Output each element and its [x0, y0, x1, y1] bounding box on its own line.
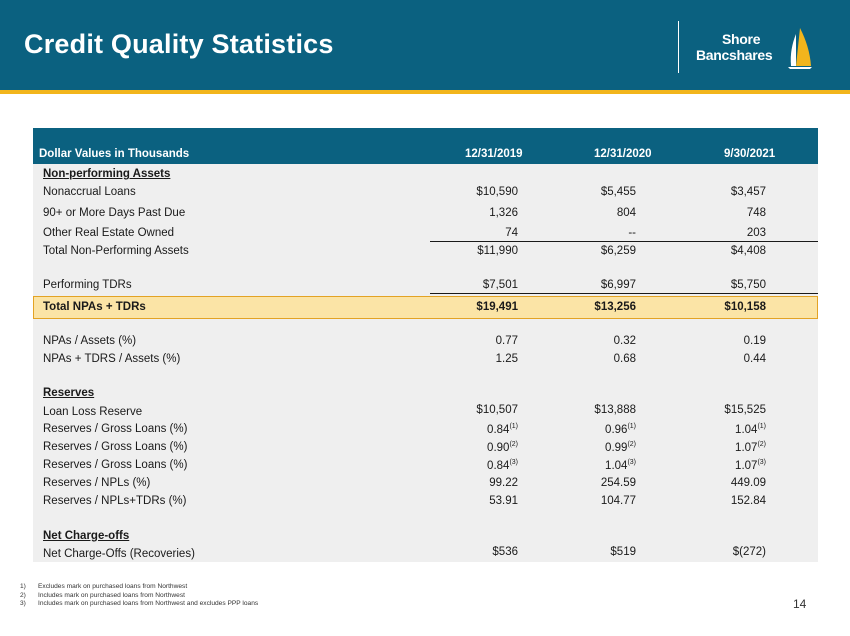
footnote-ref: (1): [757, 423, 766, 430]
cell-npa-assets-2021: 0.19: [743, 335, 766, 347]
sail-icon: [788, 28, 812, 69]
company-logo: Shore Bancshares: [696, 31, 792, 63]
section-non-performing-assets: Non-performing Assets: [43, 168, 171, 180]
cell-npa-tdr-assets-2020: 0.68: [613, 353, 636, 365]
total-rule: [430, 293, 818, 294]
cell-res-gross-3-2019: 0.84(3): [487, 459, 518, 472]
header-accent-stripe: [0, 90, 850, 94]
cell-res-npl-tdr-2021: 152.84: [730, 495, 766, 507]
cell-res-gross-3-2021: 1.07(3): [735, 459, 766, 472]
footnote-ref: (1): [509, 423, 518, 430]
cell-total-npa-tdr-2020: $13,256: [594, 301, 636, 313]
cell-tdrs-2020: $6,997: [600, 279, 636, 291]
cell-past-due-2019: 1,326: [489, 207, 518, 219]
cell-past-due-2020: 804: [616, 207, 636, 219]
cell-total-npa-2021: $4,408: [730, 245, 766, 257]
cell-npa-tdr-assets-2019: 1.25: [495, 353, 518, 365]
footnote-item: 3) Includes mark on purchased loans from …: [20, 600, 259, 608]
logo-line-1: Shore: [722, 31, 761, 47]
section-net-charge-offs: Net Charge-offs: [43, 530, 130, 542]
subtotal-rule: [430, 241, 818, 242]
footnote-ref: (3): [627, 459, 636, 466]
cell-res-npl-tdr-2019: 53.91: [489, 495, 518, 507]
footnote-item: 1) Excludes mark on purchased loans from …: [20, 583, 188, 590]
row-label-total-npa-tdr: Total NPAs + TDRs: [43, 301, 146, 313]
footnote-ref: (2): [627, 441, 636, 448]
cell-past-due-2021: 748: [746, 207, 766, 219]
cell-total-npa-2019: $11,990: [477, 245, 518, 257]
cell-llr-2019: $10,507: [476, 404, 518, 416]
highlight-total-row: [33, 296, 818, 319]
cell-res-npl-2019: 99.22: [489, 477, 518, 489]
page-number: 14: [793, 597, 807, 611]
cell-res-npl-tdr-2020: 104.77: [600, 495, 636, 507]
cell-nco-2021: $(272): [732, 546, 766, 558]
cell-total-npa-tdr-2019: $19,491: [476, 301, 518, 313]
cell-nonaccrual-2020: $5,455: [600, 186, 636, 198]
cell-tdrs-2019: $7,501: [482, 279, 518, 291]
cell-nonaccrual-2019: $10,590: [476, 186, 518, 198]
row-label-reserves-npls-tdrs: Reserves / NPLs+TDRs (%): [43, 495, 187, 507]
footnote-ref: (3): [757, 459, 766, 466]
cell-res-gross-2-2020: 0.99(2): [605, 441, 636, 454]
row-label-reserves-npls: Reserves / NPLs (%): [43, 477, 151, 489]
cell-res-gross-3-2020: 1.04(3): [605, 459, 636, 472]
cell-res-gross-1-2021: 1.04(1): [735, 423, 766, 436]
footnote-ref: (3): [509, 459, 518, 466]
column-header-2019: 12/31/2019: [465, 148, 523, 160]
section-reserves: Reserves: [43, 387, 95, 399]
row-label-reserves-gross-3: Reserves / Gross Loans (%): [43, 459, 188, 471]
cell-res-gross-1-2019: 0.84(1): [487, 423, 518, 436]
cell-nco-2019: $536: [492, 546, 518, 558]
row-label-npa-assets: NPAs / Assets (%): [43, 335, 137, 347]
cell-nonaccrual-2021: $3,457: [730, 186, 766, 198]
cell-total-npa-tdr-2021: $10,158: [724, 301, 766, 313]
row-label-total-npa: Total Non-Performing Assets: [43, 245, 189, 257]
column-header-2021: 9/30/2021: [724, 148, 776, 160]
cell-npa-assets-2020: 0.32: [613, 335, 636, 347]
cell-oreo-2021: 203: [746, 227, 766, 239]
row-label-net-charge-offs: Net Charge-Offs (Recoveries): [43, 548, 195, 560]
cell-npa-tdr-assets-2021: 0.44: [743, 353, 766, 365]
logo-divider: [678, 21, 679, 73]
row-label-nonaccrual: Nonaccrual Loans: [43, 186, 136, 198]
row-label-loan-loss-reserve: Loan Loss Reserve: [43, 406, 143, 418]
row-label-reserves-gross-2: Reserves / Gross Loans (%): [43, 441, 188, 453]
row-label-tdrs: Performing TDRs: [43, 279, 132, 291]
cell-res-gross-2-2021: 1.07(2): [735, 441, 766, 454]
cell-total-npa-2020: $6,259: [600, 245, 636, 257]
row-label-oreo: Other Real Estate Owned: [43, 227, 175, 239]
row-label-past-due: 90+ or More Days Past Due: [43, 207, 186, 219]
logo-line-2: Bancshares: [696, 47, 773, 63]
cell-llr-2020: $13,888: [594, 404, 636, 416]
column-header-label: Dollar Values in Thousands: [39, 148, 190, 160]
footnote-ref: (1): [627, 423, 636, 430]
cell-res-npl-2020: 254.59: [600, 477, 636, 489]
footnotes: 1) Excludes mark on purchased loans from …: [20, 583, 258, 609]
cell-npa-assets-2019: 0.77: [495, 335, 518, 347]
cell-nco-2020: $519: [610, 546, 636, 558]
cell-res-gross-2-2019: 0.90(2): [487, 441, 518, 454]
footnote-ref: (2): [509, 441, 518, 448]
cell-res-npl-2021: 449.09: [730, 477, 766, 489]
cell-oreo-2020: --: [628, 227, 636, 239]
footnote-ref: (2): [757, 441, 766, 448]
row-label-reserves-gross-1: Reserves / Gross Loans (%): [43, 423, 188, 435]
cell-res-gross-1-2020: 0.96(1): [605, 423, 636, 436]
column-header-2020: 12/31/2020: [594, 148, 652, 160]
cell-llr-2021: $15,525: [724, 404, 766, 416]
footnote-item: 2) Includes mark on purchased loans from …: [20, 591, 185, 599]
cell-tdrs-2021: $5,750: [730, 279, 766, 291]
row-label-npa-tdr-assets: NPAs + TDRS / Assets (%): [43, 353, 181, 365]
cell-oreo-2019: 74: [505, 227, 518, 239]
page-title: Credit Quality Statistics: [24, 29, 334, 59]
